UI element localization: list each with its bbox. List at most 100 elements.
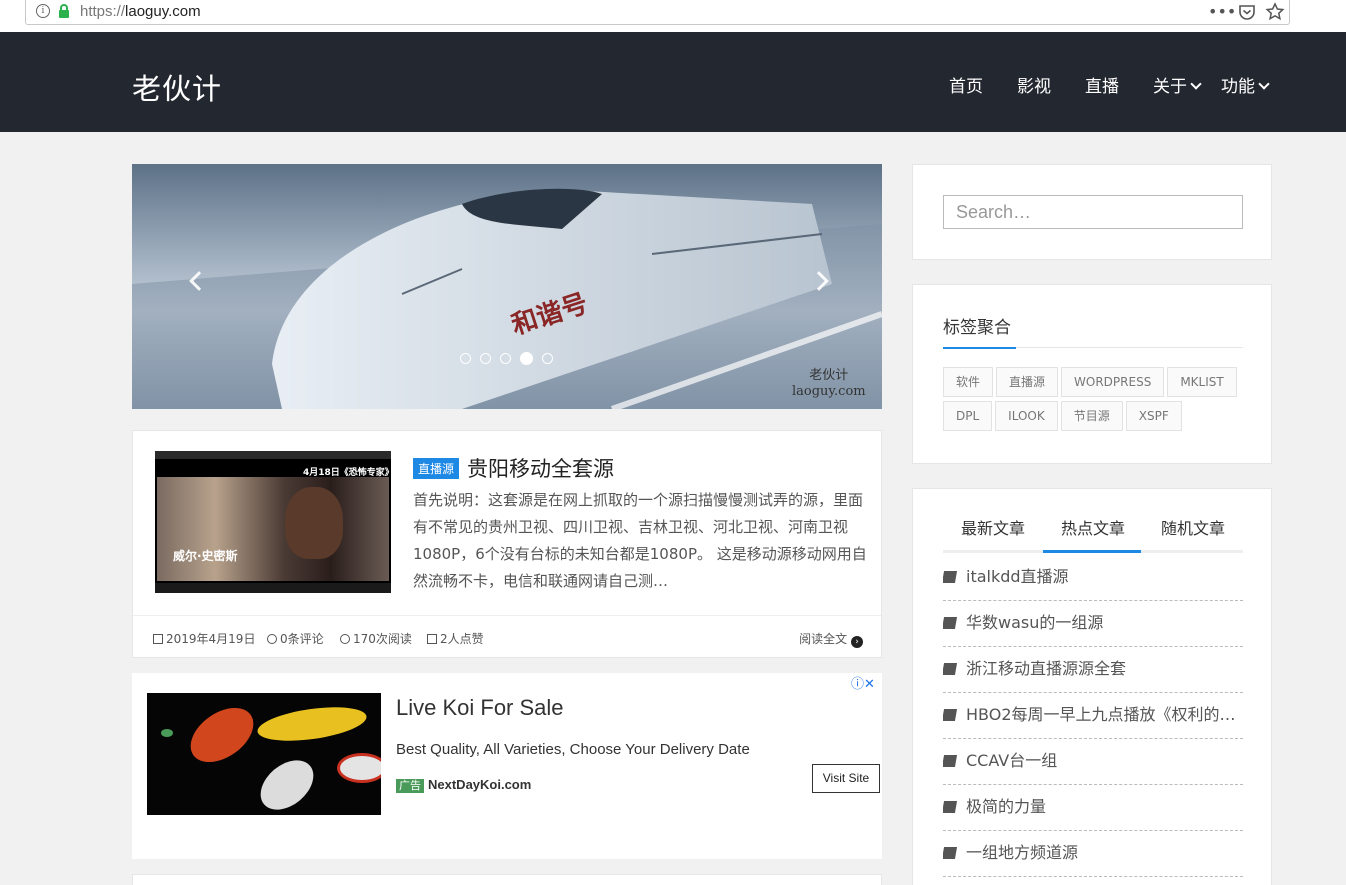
url-scheme: https:// [80, 3, 126, 20]
comment-icon [267, 634, 277, 644]
tab-hot[interactable]: 热点文章 [1043, 515, 1143, 553]
list-item-label: italkdd直播源 [966, 567, 1069, 586]
carousel-dot[interactable] [480, 353, 491, 364]
post-date-text: 2019年4月19日 [166, 632, 256, 646]
list-item-label: CCAV台一组 [966, 751, 1058, 770]
eye-icon [340, 634, 350, 644]
list-item[interactable]: 华数wasu的一组源 [943, 601, 1243, 647]
ad-badge: 广告 [396, 779, 424, 793]
more-icon[interactable]: ••• [1208, 2, 1236, 22]
post-views-text: 170次阅读 [353, 632, 412, 646]
nav-about[interactable]: 关于 [1153, 72, 1202, 97]
post-likes-text: 2人点赞 [440, 632, 484, 646]
site-logo[interactable]: 老伙计 [132, 66, 222, 108]
post-thumbnail[interactable]: 4月18日《恐怖专家》 威尔·史密斯 [155, 451, 391, 593]
thumbs-up-icon [427, 634, 437, 644]
url-text[interactable]: https://laoguy.com [80, 3, 201, 20]
koi-fish [337, 753, 381, 783]
search-input[interactable]: Search… [943, 195, 1243, 229]
pocket-icon[interactable] [1237, 2, 1257, 22]
nav-home[interactable]: 首页 [949, 72, 983, 97]
tag-link[interactable]: 节目源 [1060, 401, 1123, 431]
carousel-dot-active[interactable] [520, 352, 533, 365]
visit-site-button[interactable]: Visit Site [812, 764, 880, 793]
list-item[interactable]: italkdd直播源 [943, 555, 1243, 601]
tag-link[interactable]: 直播源 [996, 367, 1059, 397]
tag-link[interactable]: DPL [943, 401, 993, 431]
book-icon [943, 847, 958, 859]
tag-cloud: 软件 直播源 WORDPRESS MKLIST DPL ILOOK 节目源 XSPF [943, 367, 1253, 435]
chevron-down-icon [1190, 78, 1202, 90]
post-comments-text: 0条评论 [280, 632, 324, 646]
post-views: 170次阅读 [340, 630, 412, 647]
bookmark-star-icon[interactable] [1265, 2, 1285, 22]
book-icon [943, 755, 958, 767]
post-likes[interactable]: 2人点赞 [427, 630, 484, 647]
list-item[interactable]: 浙江移动直播源源全套 [943, 647, 1243, 693]
video-subject [285, 487, 343, 559]
thumb-caption: 4月18日《恐怖专家》 [303, 468, 391, 478]
list-item-label: 浙江移动直播源源全套 [966, 659, 1127, 678]
tag-link[interactable]: MKLIST [1167, 367, 1237, 397]
post-title[interactable]: 贵阳移动全套源 [467, 453, 614, 483]
lock-icon [59, 4, 69, 18]
nav-about-label: 关于 [1153, 77, 1187, 97]
tag-link[interactable]: WORDPRESS [1061, 367, 1165, 397]
tag-link[interactable]: 软件 [943, 367, 994, 397]
nav-features[interactable]: 功能 [1221, 72, 1270, 97]
player-controls [155, 583, 391, 593]
read-more-link[interactable]: 阅读全文 › [799, 630, 863, 648]
koi-fish [255, 701, 369, 747]
chevron-right-icon: › [851, 636, 863, 648]
tab-random[interactable]: 随机文章 [1143, 515, 1243, 550]
book-icon [943, 617, 958, 629]
carousel-dot[interactable] [460, 353, 471, 364]
slide-credit-domain: laoguy.com [792, 384, 866, 399]
carousel-dot[interactable] [500, 353, 511, 364]
post-meta: 2019年4月19日 0条评论 170次阅读 2人点赞 阅读全文 › [133, 615, 881, 658]
list-item[interactable]: 一组地方频道源 [943, 831, 1243, 877]
ad-domain[interactable]: NextDayKoi.com [428, 777, 531, 792]
thumb-name: 威尔·史密斯 [173, 549, 238, 563]
tag-link[interactable]: ILOOK [995, 401, 1058, 431]
ad-banner[interactable]: ⓘ✕ Live Koi For Sale Best Quality, All V… [132, 673, 882, 859]
tab-bar: 最新文章 热点文章 随机文章 [943, 515, 1243, 553]
calendar-icon [153, 634, 163, 644]
koi-fish [251, 750, 323, 815]
tag-link[interactable]: XSPF [1125, 401, 1182, 431]
address-box[interactable]: i https://laoguy.com ••• [25, 0, 1290, 25]
list-item-label: 华数wasu的一组源 [966, 613, 1104, 632]
player-titlebar [155, 451, 391, 459]
slide-credit-name: 老伙计 [809, 368, 849, 383]
list-item-label: HBO2每周一早上九点播放《权利的游戏》 [966, 705, 1243, 724]
search-widget: Search… [912, 164, 1272, 260]
list-item[interactable]: HBO2每周一早上九点播放《权利的游戏》 [943, 693, 1243, 739]
image-carousel[interactable]: 和谐号 老伙计 laoguy.com [132, 164, 882, 409]
next-post-card [132, 874, 882, 885]
koi-fish [180, 696, 264, 774]
post-category-badge[interactable]: 直播源 [413, 458, 460, 479]
post-comments[interactable]: 0条评论 [267, 630, 324, 647]
post-card: 4月18日《恐怖专家》 威尔·史密斯 直播源 贵阳移动全套源 首先说明：这套源是… [132, 430, 882, 658]
list-item[interactable]: CCAV台一组 [943, 739, 1243, 785]
ad-title[interactable]: Live Koi For Sale [396, 695, 564, 721]
tab-latest[interactable]: 最新文章 [943, 515, 1043, 550]
video-frame [157, 477, 389, 581]
posts-tabs-widget: 最新文章 热点文章 随机文章 italkdd直播源 华数wasu的一组源 浙江移… [912, 488, 1272, 885]
adchoices-icon[interactable]: ⓘ✕ [851, 673, 875, 692]
list-item[interactable]: 极简的力量 [943, 785, 1243, 831]
book-icon [943, 663, 958, 675]
post-excerpt: 首先说明：这套源是在网上抓取的一个源扫描慢慢测试弄的源，里面有不常见的贵州卫视、… [413, 491, 867, 590]
book-icon [943, 571, 958, 583]
nav-live[interactable]: 直播 [1085, 72, 1119, 97]
widget-title: 标签聚合 [943, 318, 1011, 338]
tags-widget: 标签聚合 软件 直播源 WORDPRESS MKLIST DPL ILOOK 节目源 XSP… [912, 284, 1272, 464]
list-item-label: 极简的力量 [966, 797, 1047, 816]
book-icon [943, 801, 958, 813]
carousel-dot[interactable] [542, 353, 553, 364]
nav-video[interactable]: 影视 [1017, 72, 1051, 97]
browser-url-bar: i https://laoguy.com ••• [0, 0, 1346, 32]
ad-image[interactable] [147, 693, 381, 815]
url-host: laoguy.com [125, 3, 201, 20]
info-icon[interactable]: i [36, 4, 50, 18]
